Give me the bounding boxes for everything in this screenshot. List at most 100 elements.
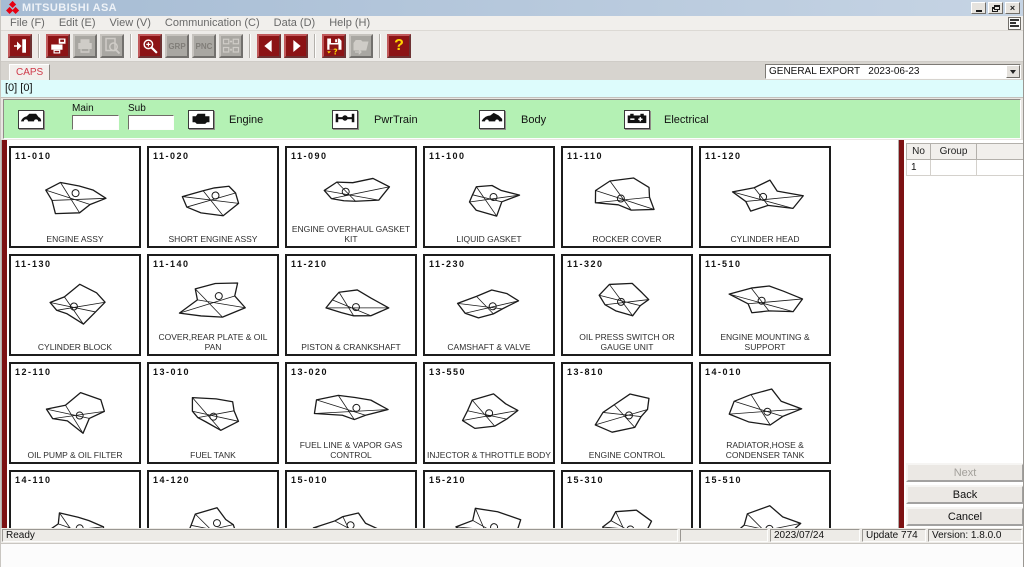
- toolbar: GRPPNC??: [1, 31, 1023, 62]
- tab-caps[interactable]: CAPS: [9, 64, 50, 80]
- toolbar-arrow-left-button[interactable]: [257, 34, 281, 58]
- part-drawing: [287, 377, 415, 440]
- minimize-button[interactable]: [971, 2, 986, 14]
- part-code: 11-510: [701, 256, 829, 269]
- menu-edit[interactable]: Edit (E): [52, 16, 103, 31]
- part-tile-15-510[interactable]: 15-510: [699, 470, 831, 528]
- part-tile-14-120[interactable]: 14-120: [147, 470, 279, 528]
- part-name: ENGINE MOUNTING & SUPPORT: [701, 332, 829, 354]
- part-name: LIQUID GASKET: [425, 234, 553, 246]
- print-preview-icon: [103, 37, 121, 55]
- part-tile-11-090[interactable]: 11-090ENGINE OVERHAUL GASKET KIT: [285, 146, 417, 248]
- menu-file[interactable]: File (F): [3, 16, 52, 31]
- toolbar-exit-button[interactable]: [8, 34, 32, 58]
- part-drawing: [563, 377, 691, 450]
- category-label-pwrtrain: PwrTrain: [374, 114, 418, 126]
- part-tile-11-130[interactable]: 11-130CYLINDER BLOCK: [9, 254, 141, 356]
- cell-extra: [977, 160, 1024, 176]
- part-tile-15-310[interactable]: 15-310: [561, 470, 693, 528]
- back-button[interactable]: Back: [906, 485, 1024, 504]
- part-drawing: [701, 485, 829, 528]
- next-button: Next: [906, 463, 1024, 482]
- part-tile-11-010[interactable]: 11-010ENGINE ASSY: [9, 146, 141, 248]
- part-tile-13-020[interactable]: 13-020 FUEL LINE & VAPOR GAS CONTROL: [285, 362, 417, 464]
- vehicle-select-button[interactable]: [18, 110, 44, 129]
- title-bar: MITSUBISHI ASA ×: [1, 0, 1023, 16]
- part-tile-13-810[interactable]: 13-810ENGINE CONTROL: [561, 362, 693, 464]
- part-tile-11-210[interactable]: 11-210PISTON & CRANKSHAFT: [285, 254, 417, 356]
- category-button-engine[interactable]: [188, 110, 214, 129]
- lex-down-icon: [1008, 17, 1021, 30]
- window-title: MITSUBISHI ASA: [22, 2, 117, 14]
- part-name: PISTON & CRANKSHAFT: [287, 342, 415, 354]
- toolbar-button-label: GRP: [168, 42, 185, 51]
- menu-communication[interactable]: Communication (C): [158, 16, 267, 31]
- sub-code-input[interactable]: [128, 115, 174, 130]
- part-code: 13-810: [563, 364, 691, 377]
- cell-no: 1: [907, 160, 931, 176]
- exit-icon: [11, 37, 29, 55]
- part-name: CAMSHAFT & VALVE: [425, 342, 553, 354]
- part-name: FUEL LINE & VAPOR GAS CONTROL: [287, 440, 415, 462]
- part-tile-12-110[interactable]: 12-110OIL PUMP & OIL FILTER: [9, 362, 141, 464]
- toolbar-grp-button: GRP: [165, 34, 189, 58]
- part-tile-11-020[interactable]: 11-020SHORT ENGINE ASSY: [147, 146, 279, 248]
- category-label-engine: Engine: [229, 114, 263, 126]
- part-code: 14-120: [149, 472, 277, 485]
- part-tile-11-510[interactable]: 11-510 ENGINE MOUNTING & SUPPORT: [699, 254, 831, 356]
- menu-help[interactable]: Help (H): [322, 16, 377, 31]
- save-query-icon: ?: [325, 37, 343, 55]
- menu-view[interactable]: View (V): [103, 16, 158, 31]
- dataset-combobox-value: GENERAL EXPORT 2023-06-23: [766, 66, 1006, 77]
- part-drawing: [563, 269, 691, 332]
- part-tile-14-110[interactable]: 14-110: [9, 470, 141, 528]
- group-table-header-no: No: [907, 144, 931, 160]
- category-button-body[interactable]: [479, 110, 505, 129]
- part-drawing: [11, 377, 139, 450]
- menu-data[interactable]: Data (D): [267, 16, 323, 31]
- close-button[interactable]: ×: [1005, 2, 1020, 14]
- close-icon: ×: [1010, 4, 1015, 13]
- part-code: 12-110: [11, 364, 139, 377]
- part-tile-13-010[interactable]: 13-010FUEL TANK: [147, 362, 279, 464]
- restore-button[interactable]: [988, 2, 1003, 14]
- part-name: ENGINE ASSY: [11, 234, 139, 246]
- part-code: 13-020: [287, 364, 415, 377]
- toolbar-multi-window-button: [219, 34, 243, 58]
- part-drawing: [11, 485, 139, 528]
- combobox-dropdown-button[interactable]: [1006, 65, 1020, 78]
- group-table-row[interactable]: 1: [907, 160, 1024, 176]
- part-drawing: [563, 485, 691, 528]
- toolbar-separator: [379, 34, 381, 58]
- part-code: 11-230: [425, 256, 553, 269]
- category-button-electrical[interactable]: [624, 110, 650, 129]
- part-tile-11-120[interactable]: 11-120CYLINDER HEAD: [699, 146, 831, 248]
- toolbar-zoom-button[interactable]: [138, 34, 162, 58]
- print-setup-icon: [49, 37, 67, 55]
- part-code: 11-100: [425, 148, 553, 161]
- part-drawing: [287, 161, 415, 224]
- dataset-combobox[interactable]: GENERAL EXPORT 2023-06-23: [765, 64, 1021, 79]
- part-tile-15-010[interactable]: 15-010: [285, 470, 417, 528]
- toolbar-arrow-right-button[interactable]: [284, 34, 308, 58]
- main-code-input[interactable]: [72, 115, 119, 130]
- tab-bar: CAPS GENERAL EXPORT 2023-06-23: [1, 62, 1023, 80]
- part-name: CYLINDER HEAD: [701, 234, 829, 246]
- part-code: 13-010: [149, 364, 277, 377]
- toolbar-help-button[interactable]: ?: [387, 34, 411, 58]
- part-tile-11-230[interactable]: 11-230 CAMSHAFT & VALVE: [423, 254, 555, 356]
- part-tile-11-110[interactable]: 11-110ROCKER COVER: [561, 146, 693, 248]
- part-tile-11-100[interactable]: 11-100 LIQUID GASKET: [423, 146, 555, 248]
- toolbar-save-query-button[interactable]: ?: [322, 34, 346, 58]
- toolbar-print-setup-button[interactable]: [46, 34, 70, 58]
- part-tile-13-550[interactable]: 13-550INJECTOR & THROTTLE BODY: [423, 362, 555, 464]
- parts-grid: 11-010ENGINE ASSY11-020SHORT ENGINE ASSY…: [9, 146, 839, 528]
- part-tile-11-320[interactable]: 11-320OIL PRESS SWITCH OR GAUGE UNIT: [561, 254, 693, 356]
- part-code: 14-010: [701, 364, 829, 377]
- cancel-button[interactable]: Cancel: [906, 507, 1024, 526]
- part-tile-14-010[interactable]: 14-010RADIATOR,HOSE & CONDENSER TANK: [699, 362, 831, 464]
- part-tile-11-140[interactable]: 11-140COVER,REAR PLATE & OIL PAN: [147, 254, 279, 356]
- category-button-pwrtrain[interactable]: [332, 110, 358, 129]
- part-code: 13-550: [425, 364, 553, 377]
- part-tile-15-210[interactable]: 15-210: [423, 470, 555, 528]
